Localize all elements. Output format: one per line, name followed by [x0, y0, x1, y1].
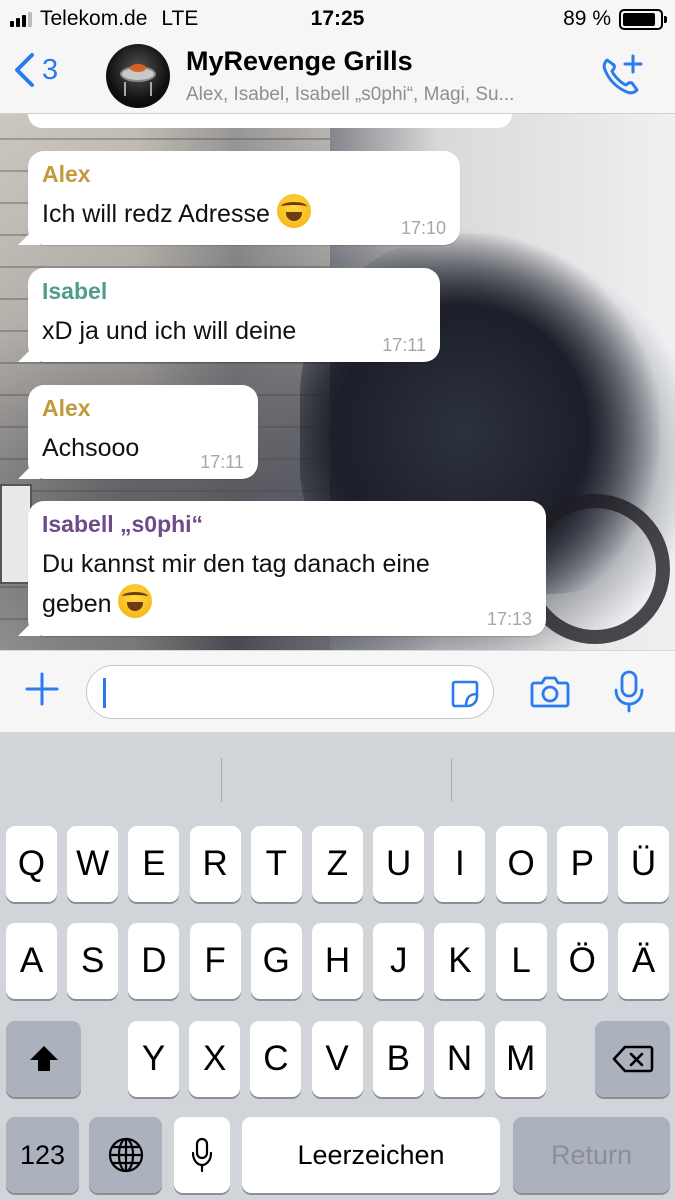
key-ü[interactable]: Ü [618, 826, 669, 902]
key-f[interactable]: F [189, 923, 241, 999]
previous-message-bubble [28, 114, 512, 128]
numbers-key[interactable]: 123 [6, 1117, 79, 1193]
shift-key[interactable] [6, 1021, 81, 1097]
chevron-left-icon [15, 53, 34, 87]
message-bubble[interactable]: Isabell „s0phi“ Du kannst mir den tag da… [28, 501, 546, 636]
group-title[interactable]: MyRevenge Grills [186, 46, 413, 77]
group-members[interactable]: Alex, Isabel, Isabell „s0phi“, Magi, Su.… [186, 84, 581, 106]
shift-arrow-icon [29, 1046, 58, 1071]
message-input[interactable] [86, 665, 494, 719]
globe-key[interactable] [89, 1117, 162, 1193]
text-caret [103, 678, 106, 708]
suggestion-divider [451, 758, 452, 802]
message-text-content: Ich will redz Adresse [42, 200, 270, 228]
message-text-line-2: geben [42, 584, 532, 624]
sticker-icon[interactable] [449, 678, 481, 710]
message-time: 17:13 [486, 609, 532, 629]
message-sender: Alex [42, 395, 91, 421]
message-sender: Isabell „s0phi“ [42, 511, 204, 537]
battery-fill [623, 12, 656, 26]
suggestion-bar[interactable] [0, 732, 675, 816]
message-time: 17:10 [400, 218, 446, 238]
message-text: xD ja und ich will deine [42, 317, 297, 345]
key-b[interactable]: B [372, 1021, 424, 1097]
message-bubble[interactable]: Isabel xD ja und ich will deine 17:11 [28, 268, 440, 362]
add-call-icon[interactable] [597, 52, 645, 100]
key-z[interactable]: Z [312, 826, 363, 902]
microphone-icon[interactable] [612, 669, 646, 713]
dictation-key[interactable] [174, 1117, 230, 1193]
key-w[interactable]: W [67, 826, 119, 902]
key-h[interactable]: H [312, 923, 363, 999]
key-y[interactable]: Y [128, 1021, 179, 1097]
grill-legs [124, 82, 152, 96]
key-l[interactable]: L [495, 923, 547, 999]
message-text: Ich will redz Adresse [42, 194, 446, 234]
battery-percent: 89 % [563, 7, 611, 30]
suggestion-divider [221, 758, 222, 802]
message-time: 17:11 [382, 335, 426, 355]
group-avatar[interactable] [106, 44, 170, 108]
plus-icon[interactable] [24, 671, 60, 707]
return-key[interactable]: Return [513, 1117, 670, 1193]
status-right: 89 % [563, 7, 667, 31]
message-sender: Isabel [42, 278, 108, 304]
chat-area[interactable]: Alex Ich will redz Adresse 17:10 Isabel … [0, 114, 675, 650]
globe-icon [108, 1137, 143, 1173]
key-d[interactable]: D [128, 923, 180, 999]
key-m[interactable]: M [495, 1021, 547, 1097]
key-t[interactable]: T [250, 826, 302, 902]
key-o[interactable]: O [495, 826, 547, 902]
message-text-line: Du kannst mir den tag danach eine [42, 550, 430, 578]
key-a[interactable]: A [6, 923, 57, 999]
tears-of-joy-emoji-icon [276, 194, 311, 228]
key-j[interactable]: J [373, 923, 425, 999]
space-key[interactable]: Leerzeichen [242, 1117, 500, 1193]
tears-of-joy-emoji-icon [118, 584, 153, 618]
keyboard: QWERTZUIOPÜ ASDFGHJKLÖÄ YXCVBNM 123 Leer… [0, 732, 675, 1200]
key-v[interactable]: V [311, 1021, 363, 1097]
chat-header: 3 MyRevenge Grills Alex, Isabel, Isabell… [0, 38, 675, 114]
delete-key[interactable] [595, 1021, 670, 1097]
message-bubble[interactable]: Alex Achsooo 17:11 [28, 385, 258, 479]
back-button[interactable]: 3 [12, 52, 58, 88]
key-r[interactable]: R [189, 826, 241, 902]
status-bar: Telekom.de LTE 17:25 89 % [0, 0, 675, 38]
key-x[interactable]: X [189, 1021, 241, 1097]
key-e[interactable]: E [128, 826, 180, 902]
key-k[interactable]: K [434, 923, 486, 999]
key-q[interactable]: Q [6, 826, 57, 902]
backspace-icon [612, 1045, 653, 1073]
message-input-bar [0, 650, 675, 732]
camera-icon[interactable] [530, 673, 570, 709]
key-ö[interactable]: Ö [556, 923, 608, 999]
key-s[interactable]: S [67, 923, 119, 999]
message-time: 17:11 [200, 452, 244, 472]
key-n[interactable]: N [434, 1021, 485, 1097]
key-i[interactable]: I [434, 826, 486, 902]
back-count: 3 [42, 53, 59, 86]
message-bubble[interactable]: Alex Ich will redz Adresse 17:10 [28, 151, 460, 245]
message-text: Du kannst mir den tag danach eine geben [42, 544, 532, 624]
message-sender: Alex [42, 161, 91, 187]
battery-icon [619, 8, 667, 30]
key-ä[interactable]: Ä [618, 923, 669, 999]
key-p[interactable]: P [556, 826, 608, 902]
grill-flame [130, 64, 146, 72]
key-u[interactable]: U [373, 826, 425, 902]
key-c[interactable]: C [250, 1021, 302, 1097]
microphone-icon [191, 1137, 213, 1173]
key-g[interactable]: G [250, 923, 302, 999]
message-text-content: geben [42, 590, 112, 618]
